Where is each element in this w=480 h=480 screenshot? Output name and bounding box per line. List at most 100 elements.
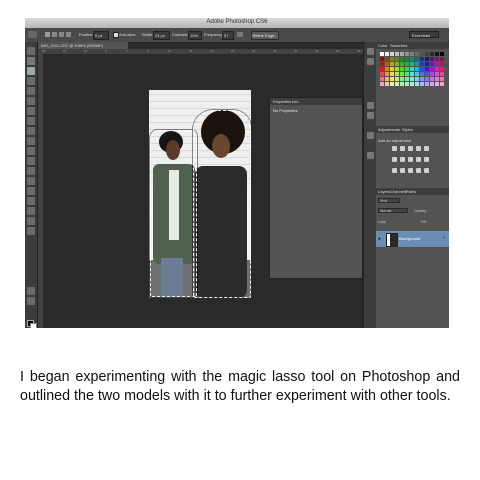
color-swatch[interactable] [405, 57, 409, 61]
color-swatch[interactable] [395, 82, 399, 86]
color-swatch[interactable] [425, 57, 429, 61]
type-tool-icon[interactable] [27, 197, 35, 205]
3d-tool-icon[interactable] [27, 227, 35, 235]
color-swatch[interactable] [380, 52, 384, 56]
color-swatch[interactable] [380, 72, 384, 76]
color-swatch[interactable] [430, 52, 434, 56]
color-swatch[interactable] [385, 52, 389, 56]
color-swatch[interactable] [415, 82, 419, 86]
color-swatch[interactable] [380, 82, 384, 86]
adjustment-icon[interactable] [408, 146, 413, 151]
adjustment-icon[interactable] [392, 168, 397, 173]
color-swatch[interactable] [420, 52, 424, 56]
color-swatch[interactable] [400, 77, 404, 81]
color-swatch[interactable] [400, 72, 404, 76]
tab-layers[interactable]: Layers [378, 189, 390, 194]
color-swatch[interactable] [425, 67, 429, 71]
color-swatch[interactable] [415, 77, 419, 81]
color-swatch[interactable] [405, 72, 409, 76]
color-swatch[interactable] [380, 67, 384, 71]
color-swatch[interactable] [425, 77, 429, 81]
eyedropper-tool-icon[interactable] [27, 97, 35, 105]
color-swatch[interactable] [430, 67, 434, 71]
color-swatch[interactable] [425, 52, 429, 56]
magnetic-lasso-tool-icon[interactable] [28, 31, 37, 38]
adjustment-icon[interactable] [400, 157, 405, 162]
tab-paths[interactable]: Paths [406, 189, 416, 194]
path-selection-tool-icon[interactable] [27, 207, 35, 215]
character-panel-icon[interactable] [367, 102, 374, 109]
color-swatch[interactable] [440, 82, 444, 86]
clone-stamp-tool-icon[interactable] [27, 127, 35, 135]
color-swatch[interactable] [385, 82, 389, 86]
color-swatch[interactable] [420, 82, 424, 86]
tablet-pressure-icon[interactable] [237, 32, 243, 37]
color-swatch[interactable] [395, 67, 399, 71]
actions-panel-icon[interactable] [367, 58, 374, 65]
adjustment-icon[interactable] [416, 157, 421, 162]
color-swatch[interactable] [410, 62, 414, 66]
color-swatch[interactable] [410, 52, 414, 56]
lasso-tool-icon[interactable] [27, 67, 35, 75]
color-swatch[interactable] [410, 72, 414, 76]
marquee-tool-icon[interactable] [27, 57, 35, 65]
zoom-tool-icon[interactable] [27, 297, 35, 305]
color-swatch[interactable] [400, 67, 404, 71]
brush-panel-icon[interactable] [367, 152, 374, 159]
background-color-swatch[interactable] [30, 323, 37, 328]
tab-swatches[interactable]: Swatches [390, 43, 407, 48]
tab-color[interactable]: Color [378, 43, 388, 48]
color-swatch[interactable] [415, 52, 419, 56]
adjustment-icon[interactable] [400, 146, 405, 151]
layer-filter-kind[interactable]: Kind [378, 198, 400, 203]
eraser-tool-icon[interactable] [27, 147, 35, 155]
color-swatch[interactable] [440, 52, 444, 56]
pen-tool-icon[interactable] [27, 187, 35, 195]
color-swatch[interactable] [400, 82, 404, 86]
move-tool-icon[interactable] [27, 47, 35, 55]
color-swatch[interactable] [380, 62, 384, 66]
healing-brush-tool-icon[interactable] [27, 107, 35, 115]
color-swatch[interactable] [415, 72, 419, 76]
color-swatch[interactable] [425, 82, 429, 86]
color-swatch[interactable] [420, 72, 424, 76]
color-swatch[interactable] [390, 57, 394, 61]
color-swatch[interactable] [420, 67, 424, 71]
adjustment-icon[interactable] [392, 146, 397, 151]
color-swatch[interactable] [435, 72, 439, 76]
color-swatch[interactable] [410, 77, 414, 81]
refine-edge-button[interactable]: Refine Edge... [251, 31, 279, 40]
color-swatch[interactable] [430, 72, 434, 76]
add-to-selection-icon[interactable] [52, 32, 57, 37]
color-swatch[interactable] [415, 62, 419, 66]
color-swatch[interactable] [435, 62, 439, 66]
color-swatch[interactable] [410, 57, 414, 61]
color-swatch[interactable] [400, 52, 404, 56]
color-swatch[interactable] [440, 77, 444, 81]
adjustment-icon[interactable] [408, 157, 413, 162]
color-swatch[interactable] [395, 52, 399, 56]
color-swatch[interactable] [395, 57, 399, 61]
adjustment-icon[interactable] [424, 146, 429, 151]
new-selection-icon[interactable] [45, 32, 50, 37]
adjustment-icon[interactable] [424, 168, 429, 173]
color-swatch[interactable] [390, 67, 394, 71]
subtract-selection-icon[interactable] [59, 32, 64, 37]
adjustment-icon[interactable] [416, 168, 421, 173]
crop-tool-icon[interactable] [27, 87, 35, 95]
swatches-grid[interactable] [380, 52, 446, 86]
color-swatch[interactable] [425, 62, 429, 66]
adjustment-icon[interactable] [392, 157, 397, 162]
adjustment-icon[interactable] [400, 168, 405, 173]
color-swatch[interactable] [430, 82, 434, 86]
color-swatch[interactable] [440, 62, 444, 66]
color-swatch[interactable] [435, 52, 439, 56]
eye-icon[interactable]: ● [378, 236, 381, 242]
color-swatch[interactable] [385, 72, 389, 76]
color-swatch[interactable] [420, 62, 424, 66]
color-swatch[interactable] [410, 82, 414, 86]
history-brush-tool-icon[interactable] [27, 137, 35, 145]
color-swatch[interactable] [390, 82, 394, 86]
blend-mode-select[interactable]: Normal [378, 208, 408, 213]
color-swatch[interactable] [395, 77, 399, 81]
